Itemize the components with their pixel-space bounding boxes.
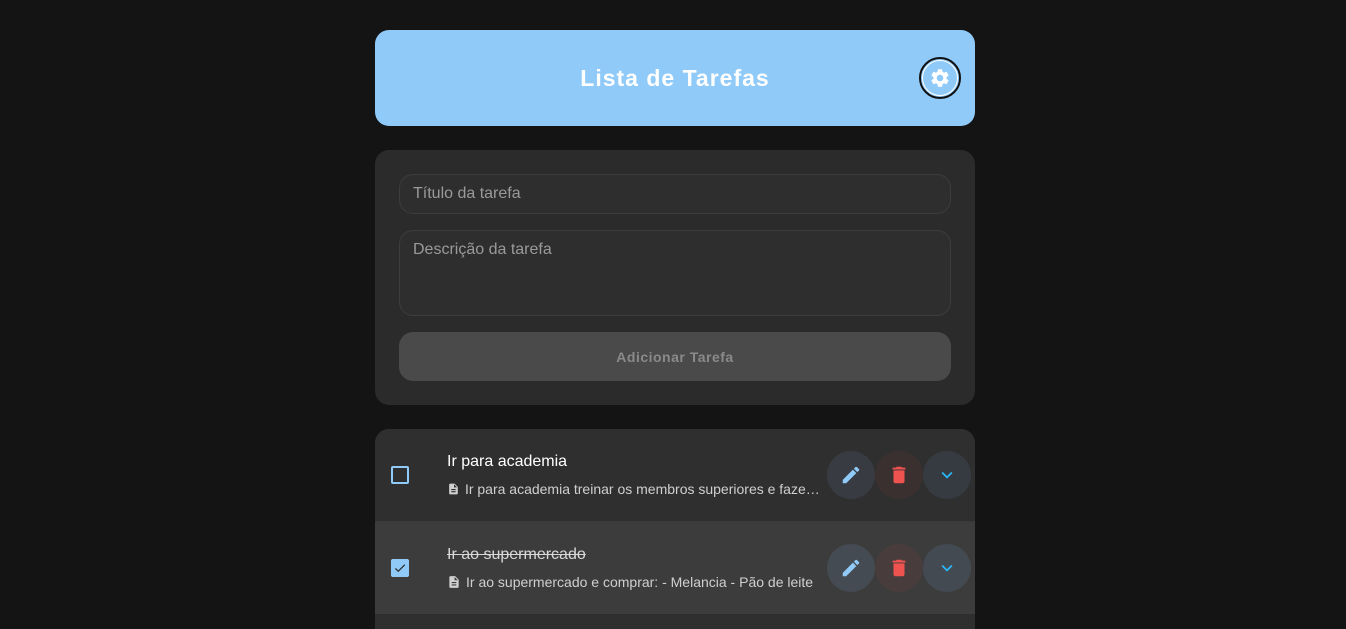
page-title: Lista de Tarefas: [580, 64, 770, 91]
delete-task-button[interactable]: [875, 451, 923, 499]
trash-icon: [892, 559, 906, 577]
expand-task-button[interactable]: [923, 544, 971, 592]
task-item: Ir para academia Ir para academia treina…: [375, 429, 975, 522]
task-form: Adicionar Tarefa: [375, 150, 975, 405]
task-title-input[interactable]: [399, 174, 951, 214]
edit-task-button[interactable]: [827, 544, 875, 592]
task-description: Ir para academia treinar os membros supe…: [447, 480, 823, 498]
delete-task-button[interactable]: [875, 544, 923, 592]
task-checkbox[interactable]: [391, 559, 409, 577]
pencil-icon: [842, 559, 860, 577]
app-header: Lista de Tarefas: [375, 30, 975, 126]
task-checkbox[interactable]: [391, 466, 409, 484]
trash-icon: [892, 466, 906, 484]
checkmark-icon: [394, 564, 406, 573]
task-list: Ir para academia Ir para academia treina…: [375, 429, 975, 629]
task-title: Ir ao supermercado: [447, 546, 586, 563]
document-icon: [449, 576, 459, 588]
gear-icon: [931, 69, 949, 87]
settings-button[interactable]: [919, 57, 961, 99]
chevron-down-icon: [941, 471, 953, 479]
pencil-icon: [842, 466, 860, 484]
task-description-text: Ir para academia treinar os membros supe…: [464, 481, 823, 497]
expand-task-button[interactable]: [923, 451, 971, 499]
task-description: Ir ao supermercado e comprar: - Melancia…: [447, 573, 823, 591]
task-description-text: Ir ao supermercado e comprar: - Melancia…: [466, 574, 814, 590]
chevron-down-icon: [941, 564, 953, 572]
task-description-input[interactable]: [399, 230, 951, 316]
task-title: Ir para academia: [447, 453, 568, 470]
edit-task-button[interactable]: [827, 451, 875, 499]
add-task-button[interactable]: Adicionar Tarefa: [399, 332, 951, 381]
task-item: Ir ao supermercado Ir ao supermercado e …: [375, 522, 975, 614]
document-icon: [449, 483, 458, 495]
